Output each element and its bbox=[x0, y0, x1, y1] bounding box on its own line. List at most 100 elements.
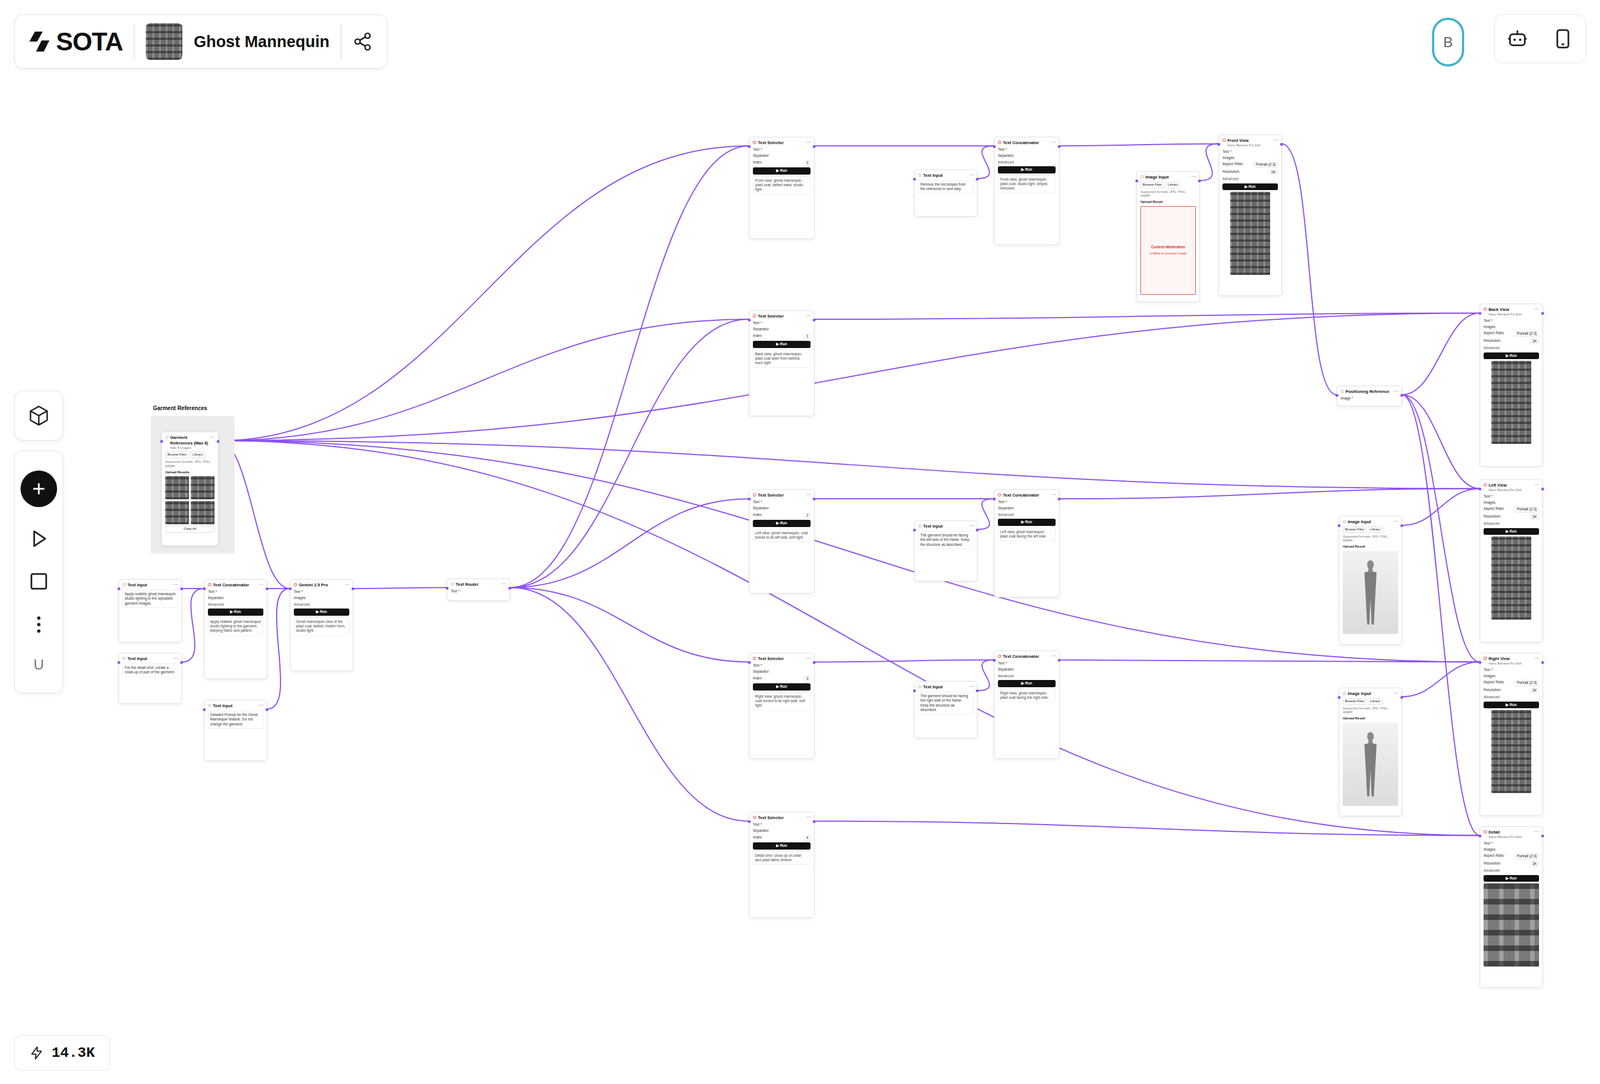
workflow-node[interactable]: Back ViewNano Banana Pro EditText *Image… bbox=[1479, 303, 1543, 467]
node-field[interactable]: Images bbox=[1483, 847, 1540, 853]
mannequin-image[interactable] bbox=[1342, 722, 1399, 807]
run-button[interactable]: ▶ Run bbox=[752, 167, 811, 175]
clear-all-button[interactable]: Clear All bbox=[165, 526, 215, 533]
input-port[interactable] bbox=[747, 145, 751, 149]
input-port[interactable] bbox=[1478, 834, 1482, 838]
node-menu-icon[interactable] bbox=[1534, 656, 1540, 660]
workflow-node[interactable]: Text ConcatenatorText *SeparatorAdvanced… bbox=[994, 136, 1060, 246]
run-button[interactable]: ▶ Run bbox=[1483, 875, 1540, 883]
upload-button[interactable]: Library bbox=[1367, 526, 1383, 534]
node-menu-icon[interactable] bbox=[969, 523, 974, 527]
workflow-node[interactable]: DetailNano Banana Pro EditText *ImagesAs… bbox=[1479, 826, 1543, 988]
output-port[interactable] bbox=[975, 689, 979, 693]
input-port[interactable] bbox=[202, 587, 206, 591]
node-field[interactable]: Image * bbox=[1340, 396, 1399, 401]
output-port[interactable] bbox=[1280, 143, 1283, 146]
node-field[interactable]: Resolution2K bbox=[1483, 688, 1540, 694]
workflow-canvas[interactable]: Garment ReferencesGarment References (Ma… bbox=[0, 0, 1600, 1084]
output-port[interactable] bbox=[1057, 145, 1061, 149]
node-menu-icon[interactable] bbox=[173, 656, 178, 660]
output-port[interactable] bbox=[812, 497, 816, 501]
advanced-toggle[interactable]: Advanced bbox=[1483, 868, 1540, 874]
field-value[interactable]: 4 bbox=[803, 835, 811, 842]
generated-image[interactable] bbox=[1230, 191, 1271, 275]
node-field[interactable]: Text * bbox=[997, 661, 1056, 666]
node-field[interactable]: Aspect RatioPortrait (2:3) bbox=[1483, 853, 1540, 860]
credits-badge[interactable]: 14.3K bbox=[14, 1035, 110, 1072]
field-value[interactable]: 2K bbox=[1530, 861, 1540, 868]
node-field[interactable]: Separator bbox=[752, 828, 811, 834]
output-port[interactable] bbox=[1400, 696, 1404, 700]
sota-logo-icon[interactable] bbox=[29, 30, 52, 53]
node-field[interactable]: Separator bbox=[997, 153, 1056, 159]
run-button[interactable]: ▶ Run bbox=[997, 680, 1056, 687]
run-button[interactable]: ▶ Run bbox=[1483, 701, 1540, 709]
node-field[interactable]: Text * bbox=[752, 147, 811, 152]
node-field[interactable]: Separator bbox=[997, 506, 1056, 511]
output-port[interactable] bbox=[1541, 661, 1545, 665]
node-field[interactable]: Aspect RatioPortrait (2:3) bbox=[1483, 680, 1540, 686]
node-menu-icon[interactable] bbox=[501, 582, 507, 585]
node-field[interactable]: Aspect RatioPortrait (2:3) bbox=[1222, 161, 1278, 168]
input-port[interactable] bbox=[117, 661, 121, 665]
text-field[interactable]: For the detail shot, create a close-up o… bbox=[122, 663, 178, 678]
upload-button[interactable]: Library bbox=[190, 451, 205, 459]
workflow-node[interactable]: Left ViewNano Banana Pro EditText *Image… bbox=[1479, 479, 1543, 643]
output-port[interactable] bbox=[975, 177, 979, 181]
output-port[interactable] bbox=[812, 820, 816, 824]
run-button[interactable]: ▶ Run bbox=[207, 608, 264, 616]
input-port[interactable] bbox=[992, 145, 996, 149]
text-field[interactable]: Apply realistic ghost mannequin studio l… bbox=[122, 589, 178, 609]
workflow-node[interactable]: Text SelectorText *SeparatorIndex4▶ RunD… bbox=[748, 812, 815, 919]
field-value[interactable]: 2 bbox=[803, 512, 811, 519]
output-port[interactable] bbox=[1400, 394, 1404, 397]
garment-image[interactable] bbox=[190, 501, 215, 525]
node-menu-icon[interactable] bbox=[1051, 654, 1056, 657]
advanced-toggle[interactable]: Advanced bbox=[293, 602, 350, 608]
node-field[interactable]: Separator bbox=[752, 669, 811, 675]
input-port[interactable] bbox=[913, 689, 916, 693]
node-menu-icon[interactable] bbox=[1534, 307, 1540, 310]
node-menu-icon[interactable] bbox=[258, 703, 264, 707]
run-button[interactable]: ▶ Run bbox=[752, 842, 811, 850]
node-menu-icon[interactable] bbox=[344, 582, 350, 586]
share-icon[interactable] bbox=[352, 31, 373, 52]
text-field[interactable]: Remove the red stripes from the referenc… bbox=[918, 180, 974, 195]
output-port[interactable] bbox=[1057, 497, 1061, 501]
run-button[interactable]: ▶ Run bbox=[752, 520, 811, 527]
run-button[interactable]: ▶ Run bbox=[997, 166, 1056, 173]
node-menu-icon[interactable] bbox=[1051, 492, 1056, 496]
output-port[interactable] bbox=[180, 587, 183, 591]
input-port[interactable] bbox=[1478, 661, 1482, 665]
workflow-node[interactable]: Text RouterText * bbox=[446, 578, 511, 601]
text-field[interactable]: Detailed Prompt for the Ghost Mannequin … bbox=[207, 710, 264, 730]
node-menu-icon[interactable] bbox=[1191, 174, 1196, 178]
node-field[interactable]: Images bbox=[293, 595, 350, 601]
field-value[interactable]: 2K bbox=[1269, 169, 1278, 176]
node-field[interactable]: Index1 bbox=[752, 333, 811, 340]
garment-image[interactable] bbox=[165, 501, 190, 525]
generated-image[interactable] bbox=[1483, 883, 1540, 967]
node-field[interactable]: Separator bbox=[752, 153, 811, 159]
input-port[interactable] bbox=[1335, 394, 1339, 397]
output-port[interactable] bbox=[812, 318, 816, 322]
input-port[interactable] bbox=[747, 820, 751, 824]
node-menu-icon[interactable] bbox=[210, 435, 215, 438]
node-field[interactable]: Text * bbox=[1483, 668, 1540, 673]
user-avatar[interactable]: B bbox=[1432, 17, 1465, 67]
generated-image[interactable] bbox=[1491, 536, 1532, 620]
user-button[interactable]: U bbox=[33, 656, 45, 674]
node-menu-icon[interactable] bbox=[806, 492, 811, 496]
run-button[interactable]: ▶ Run bbox=[293, 608, 350, 616]
input-port[interactable] bbox=[445, 587, 449, 590]
node-menu-icon[interactable] bbox=[173, 582, 178, 586]
brand-name[interactable]: SOTA bbox=[55, 26, 123, 57]
node-field[interactable]: Index2 bbox=[752, 512, 811, 519]
node-field[interactable]: Images bbox=[1483, 324, 1540, 330]
node-field[interactable]: Text * bbox=[752, 320, 811, 326]
node-field[interactable]: Text * bbox=[1483, 494, 1540, 499]
workflow-node[interactable]: Text SelectorText *SeparatorIndex2▶ RunL… bbox=[748, 489, 815, 594]
upload-button[interactable]: Browse Files bbox=[1342, 698, 1367, 706]
upload-button[interactable]: Library bbox=[1165, 181, 1180, 189]
field-value[interactable]: Portrait (2:3) bbox=[1514, 506, 1540, 513]
